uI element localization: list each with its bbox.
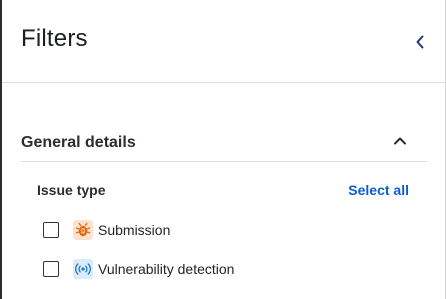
section-title: General details — [21, 134, 136, 151]
collapse-panel-button[interactable] — [410, 32, 430, 52]
page-title: Filters — [21, 25, 88, 52]
option-vulnerability-detection[interactable]: Vulnerability detection — [43, 258, 234, 280]
vulnerability-detection-checkbox[interactable] — [43, 261, 59, 277]
option-label: Submission — [98, 222, 171, 238]
submission-checkbox[interactable] — [43, 222, 59, 238]
select-all-link[interactable]: Select all — [348, 181, 409, 199]
option-submission[interactable]: Submission — [43, 219, 170, 241]
radar-icon — [73, 259, 93, 279]
bug-icon — [73, 220, 93, 240]
section-collapse-toggle[interactable] — [391, 132, 409, 150]
filters-header: Filters — [2, 0, 445, 83]
filters-panel: Filters General details Issue type Selec… — [2, 0, 445, 299]
issue-type-label: Issue type — [37, 182, 106, 198]
chevron-up-icon — [394, 137, 406, 145]
chevron-left-icon — [416, 35, 424, 49]
section-general-details[interactable]: General details — [21, 120, 427, 162]
option-label: Vulnerability detection — [98, 261, 235, 277]
